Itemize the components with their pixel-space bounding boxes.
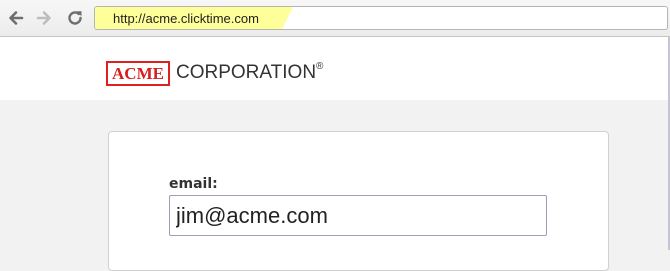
email-field[interactable] (169, 195, 547, 236)
site-header: ACME CORPORATION® (0, 37, 670, 100)
company-name: CORPORATION® (176, 61, 324, 84)
company-name-text: CORPORATION (176, 62, 317, 83)
reload-icon (68, 11, 82, 25)
login-card: email: (108, 131, 609, 271)
forward-arrow-icon (36, 11, 51, 25)
page-body: email: (0, 100, 670, 271)
address-bar[interactable]: http://acme.clicktime.com (94, 6, 668, 30)
logo-text: ACME (112, 63, 164, 83)
forward-button[interactable] (34, 8, 54, 28)
acme-logo: ACME (106, 61, 170, 86)
browser-toolbar: http://acme.clicktime.com (0, 0, 670, 37)
registered-mark: ® (316, 61, 324, 72)
reload-button[interactable] (65, 8, 85, 28)
url-text: http://acme.clicktime.com (113, 11, 259, 26)
back-arrow-icon (9, 11, 24, 25)
email-label: email: (169, 176, 218, 192)
back-button[interactable] (6, 8, 26, 28)
